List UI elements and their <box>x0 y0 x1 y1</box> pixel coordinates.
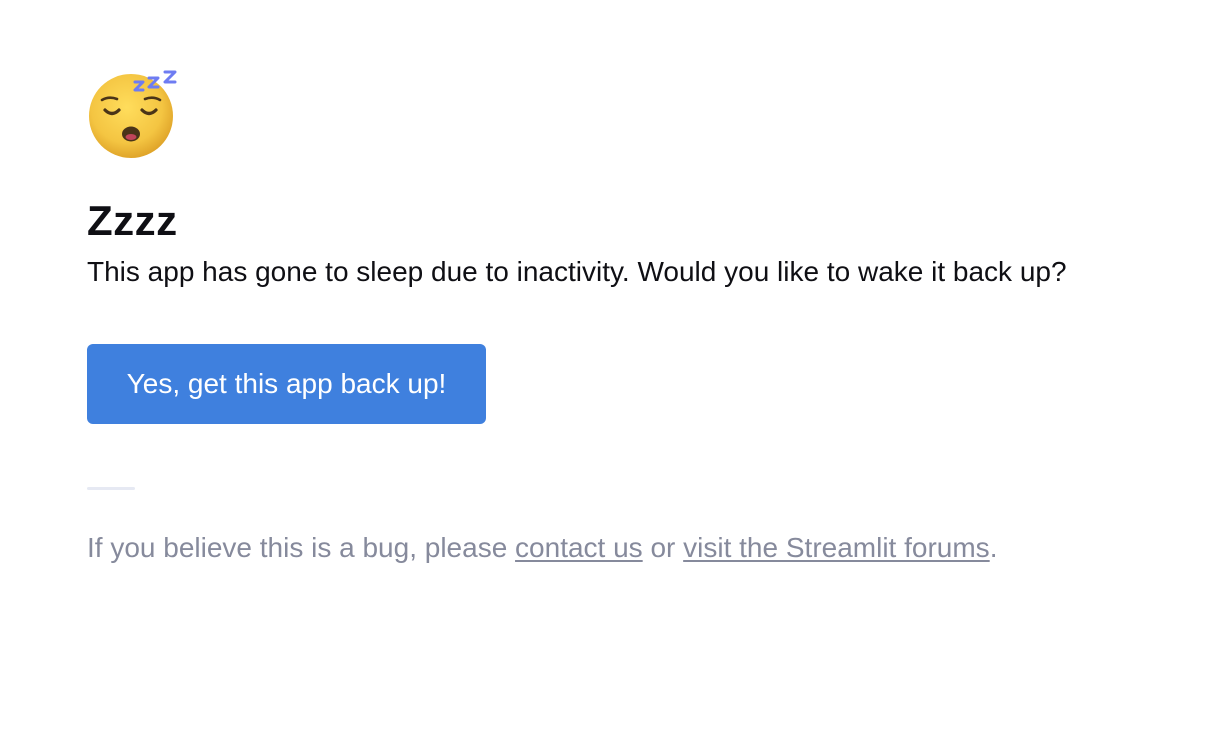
sleep-message: This app has gone to sleep due to inacti… <box>87 256 1067 287</box>
footer-suffix: . <box>989 532 998 563</box>
sleeping-face-icon <box>89 70 177 158</box>
footer-prefix: If you believe this is a bug, please <box>87 532 516 563</box>
wake-app-button[interactable]: Yes, get this app back up! <box>87 344 486 424</box>
sleep-page: Zzzz This app has gone to sleep due to i… <box>87 70 1147 594</box>
page-title: Zzzz <box>87 197 178 244</box>
bug-report-footer: If you believe this is a bug, please con… <box>87 530 1147 566</box>
divider <box>87 487 135 490</box>
contact-us-link[interactable]: contact us <box>515 532 643 563</box>
streamlit-forums-link[interactable]: visit the Streamlit forums <box>683 532 990 563</box>
footer-middle: or <box>642 532 684 563</box>
